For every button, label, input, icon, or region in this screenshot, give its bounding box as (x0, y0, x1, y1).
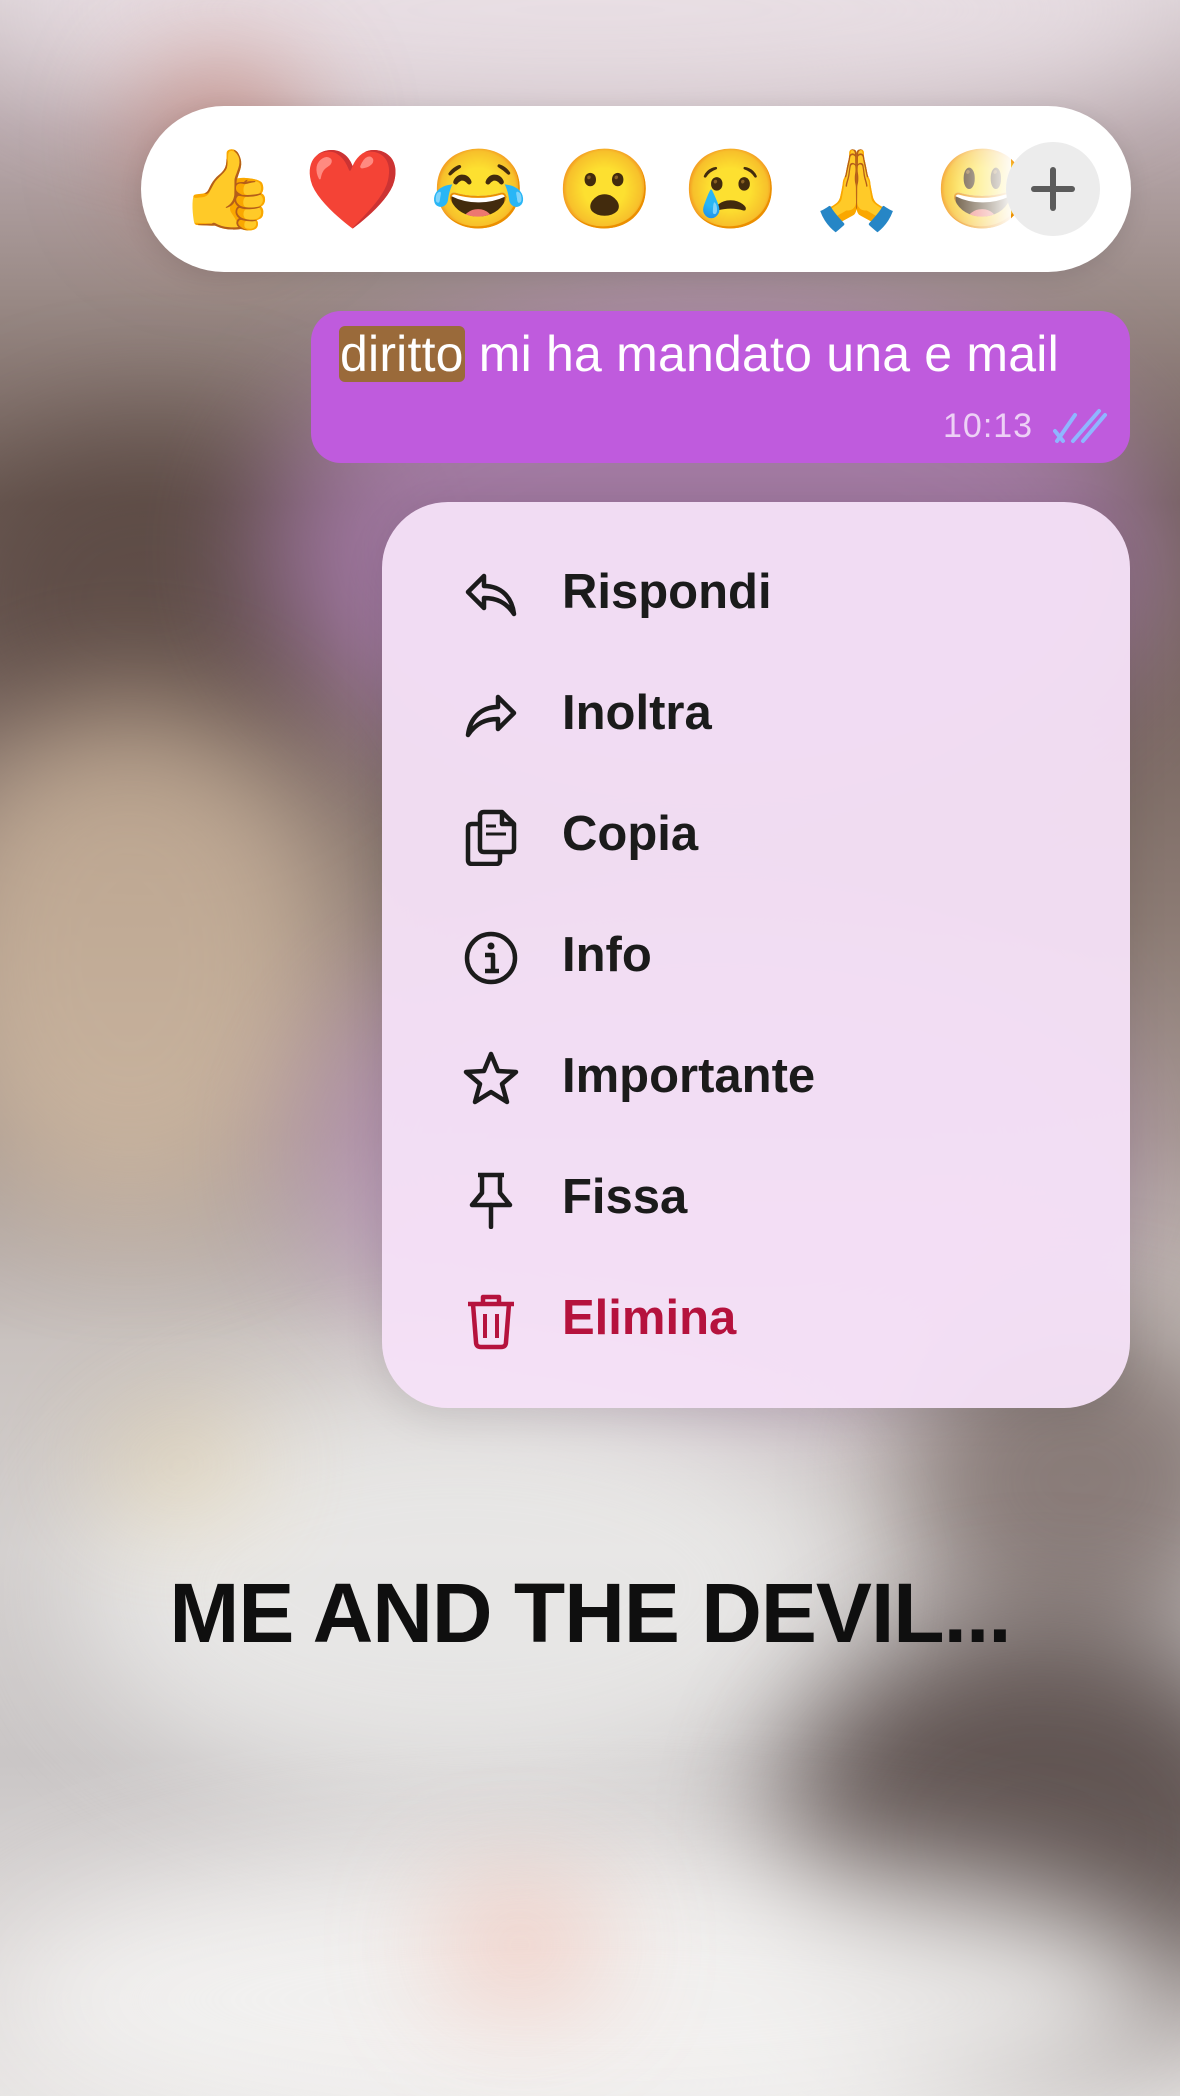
more-reactions-button[interactable] (1006, 142, 1100, 236)
message-time: 10:13 (943, 407, 1034, 445)
menu-item-delete[interactable]: Elimina (382, 1264, 1130, 1374)
context-menu: Rispondi Inoltra Copia Info Importante F… (382, 502, 1130, 1408)
copy-icon (465, 809, 517, 866)
reaction-bar: 👍 ❤️ 😂 😮 😢 🙏 😃 (141, 106, 1131, 272)
star-icon (463, 1051, 519, 1105)
reaction-pray[interactable]: 🙏 (808, 144, 905, 234)
reaction-crying[interactable]: 😢 (682, 144, 779, 234)
message-rest-text: mi ha mandato una e mail (464, 326, 1059, 382)
menu-item-copy[interactable]: Copia (382, 780, 1130, 890)
message-text: diritto mi ha mandato una e mail (339, 325, 1059, 383)
menu-label-pin: Fissa (562, 1170, 688, 1224)
trash-icon (468, 1294, 514, 1350)
menu-label-reply: Rispondi (562, 565, 772, 619)
video-caption: ME AND THE DEVIL... (169, 1566, 1011, 1660)
reaction-thumbs-up[interactable]: 👍 (179, 144, 276, 234)
menu-item-pin[interactable]: Fissa (382, 1143, 1130, 1253)
pin-icon (469, 1172, 513, 1229)
menu-label-copy: Copia (562, 807, 699, 861)
reaction-surprised[interactable]: 😮 (556, 144, 653, 234)
menu-label-info: Info (562, 928, 652, 982)
menu-label-forward: Inoltra (562, 686, 712, 740)
menu-item-star[interactable]: Importante (382, 1022, 1130, 1132)
menu-item-info[interactable]: Info (382, 901, 1130, 1011)
forward-icon (465, 694, 517, 738)
highlighted-word: diritto (339, 326, 465, 382)
info-icon (464, 931, 518, 985)
message-bubble[interactable]: diritto mi ha mandato una e mail 10:13 (311, 311, 1130, 463)
menu-item-forward[interactable]: Inoltra (382, 659, 1130, 769)
double-check-icon (1053, 409, 1107, 443)
menu-label-delete: Elimina (562, 1291, 737, 1345)
reaction-heart[interactable]: ❤️ (304, 144, 401, 234)
reaction-laughing[interactable]: 😂 (430, 144, 527, 234)
menu-item-reply[interactable]: Rispondi (382, 538, 1130, 648)
menu-label-star: Importante (562, 1049, 816, 1103)
reply-icon (465, 573, 517, 617)
